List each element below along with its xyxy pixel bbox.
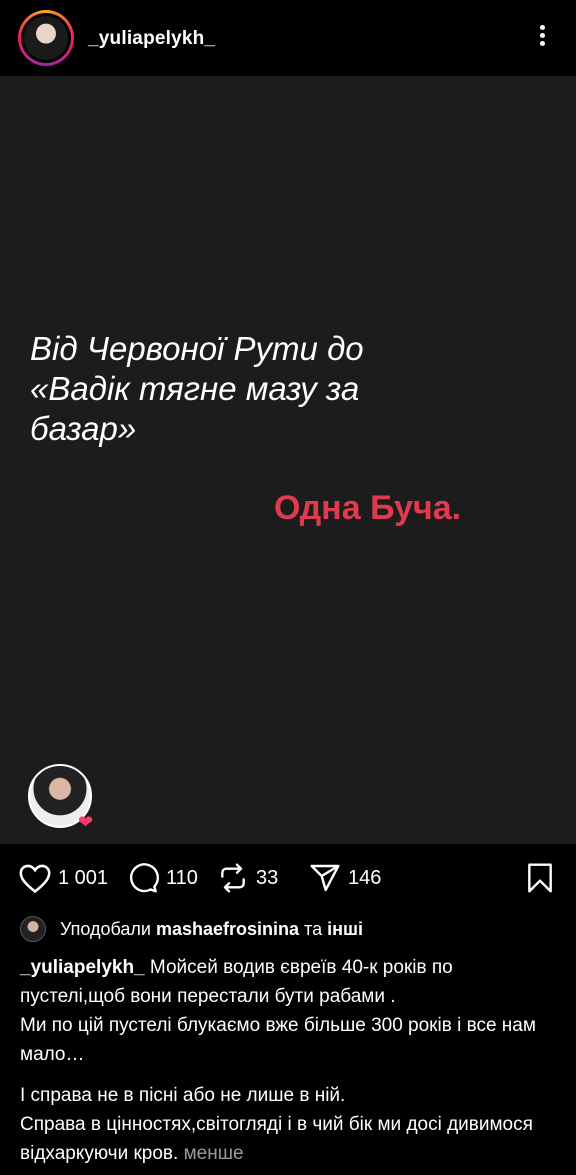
post-image[interactable]: Від Червоної Рути до «Вадік тягне мазу з… xyxy=(0,76,576,844)
liked-by-middle: та xyxy=(304,918,323,939)
caption-paragraph-4: Справа в цінностях,світогляді і в чий бі… xyxy=(20,1110,560,1168)
quote-line-2: «Вадік тягне мазу за xyxy=(30,370,360,407)
repost-button[interactable]: 33 xyxy=(216,862,278,894)
liked-by-others[interactable]: інші xyxy=(327,919,363,940)
comment-icon xyxy=(129,863,159,893)
send-icon xyxy=(310,864,340,892)
liked-by-user[interactable]: mashaefrosinina xyxy=(156,919,299,940)
avatar-image xyxy=(24,16,68,60)
heart-reaction-icon: ❤ xyxy=(78,812,94,832)
show-less-link[interactable]: менше xyxy=(184,1143,244,1164)
profile-avatar[interactable] xyxy=(18,10,74,66)
caption-paragraph-1: _yuliapelykh_ Мойсей водив євреїв 40-к р… xyxy=(20,953,560,1011)
comment-button[interactable]: 110 xyxy=(126,862,198,894)
action-bar: 1 001 110 33 146 xyxy=(0,854,576,906)
post-accent-text: Одна Буча. xyxy=(274,489,462,527)
avatar-border xyxy=(21,13,71,63)
repost-icon xyxy=(221,863,245,893)
save-button[interactable] xyxy=(524,862,556,894)
post-header: _yuliapelykh_ xyxy=(0,0,576,76)
post-quote-text: Від Червоної Рути до «Вадік тягне мазу з… xyxy=(30,329,410,449)
like-button[interactable]: 1 001 xyxy=(18,862,108,894)
bookmark-icon xyxy=(528,863,552,893)
like-count: 1 001 xyxy=(58,866,109,889)
post-caption: _yuliapelykh_ Мойсей водив євреїв 40-к р… xyxy=(20,953,560,1168)
repost-count: 33 xyxy=(256,866,279,889)
liked-by-line: Уподобали mashaefrosinina та інші xyxy=(20,916,363,942)
more-options-icon[interactable] xyxy=(528,22,556,54)
username-link[interactable]: _yuliapelykh_ xyxy=(88,28,215,50)
quote-line-1: Від Червоної Рути до xyxy=(30,330,364,367)
liker-avatar[interactable] xyxy=(20,916,46,942)
caption-text-3: І справа не в пісні або не лише в ній. xyxy=(20,1085,346,1106)
caption-author[interactable]: _yuliapelykh_ xyxy=(20,957,145,978)
caption-text-4: Справа в цінностях,світогляді і в чий бі… xyxy=(20,1114,533,1164)
heart-icon xyxy=(19,864,51,894)
liked-by-prefix: Уподобали xyxy=(60,918,151,939)
share-button[interactable]: 146 xyxy=(308,862,381,894)
quote-line-3: базар» xyxy=(30,410,137,447)
share-count: 146 xyxy=(348,866,382,889)
comment-count: 110 xyxy=(166,866,198,889)
caption-text-2: Ми по цій пустелі блукаємо вже більше 30… xyxy=(20,1015,536,1065)
